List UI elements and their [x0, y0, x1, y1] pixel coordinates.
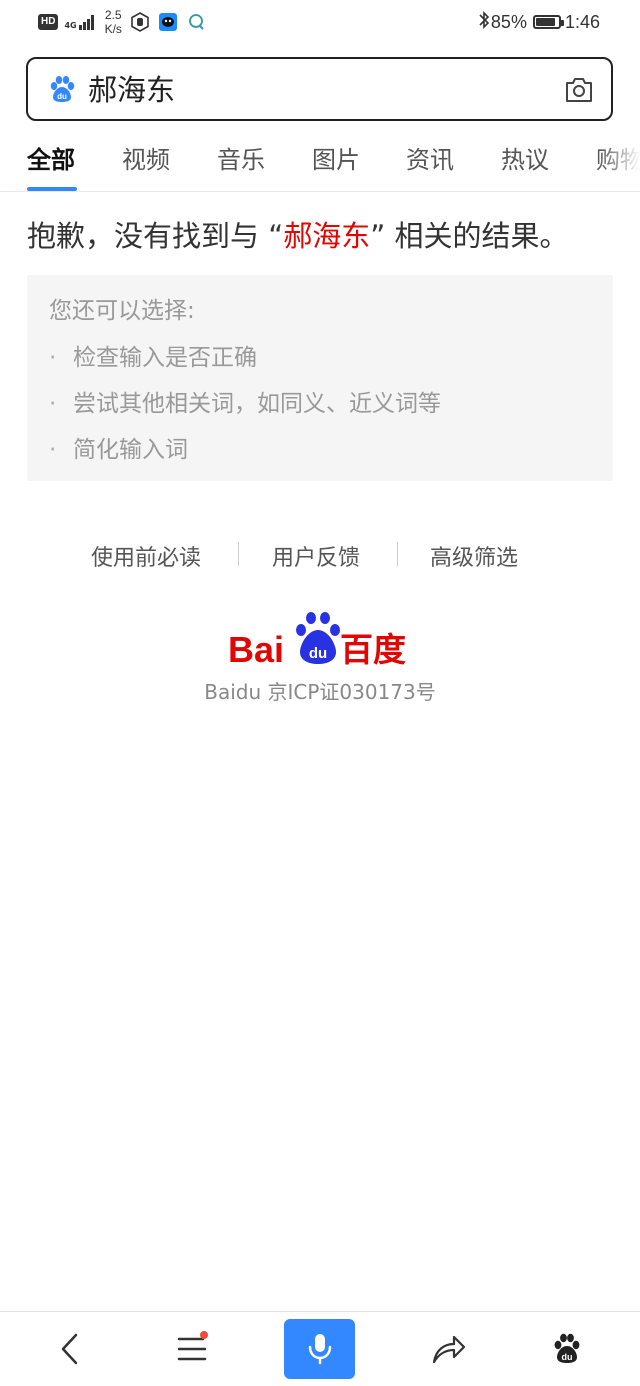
icp-license: Baidu 京ICP证030173号: [204, 680, 436, 704]
hd-badge: HD: [38, 14, 59, 30]
search-input[interactable]: 郝海东: [88, 72, 175, 108]
logo-paw: du: [296, 612, 340, 664]
no-result-prefix: 抱歉，没有找到与 “: [27, 219, 284, 253]
logo-latin: Bai: [228, 629, 284, 668]
back-icon: [61, 1333, 78, 1365]
bottom-nav: du: [0, 1311, 640, 1386]
network-speed: 2.5 K/s: [105, 8, 122, 36]
logo-chinese: 百度: [340, 630, 406, 668]
status-bar: HD 4G 2.5 K/s 85% 1:46: [0, 0, 640, 44]
divider: [238, 542, 239, 566]
chat-app-icon: [186, 12, 206, 32]
bullet: ·: [49, 437, 57, 463]
link-advanced-filter[interactable]: 高级筛选: [430, 540, 518, 572]
no-result-suffix: ” 相关的结果。: [370, 219, 569, 253]
suggestion-title: 您还可以选择:: [49, 298, 195, 324]
suggestion-text: 尝试其他相关词，如同义、近义词等: [73, 391, 441, 417]
camera-icon[interactable]: [563, 75, 595, 105]
share-icon: [432, 1335, 466, 1364]
link-read-before-use[interactable]: 使用前必读: [91, 540, 201, 572]
svg-text:du: du: [57, 92, 67, 101]
footer-links: 使用前必读 用户反馈 高级筛选: [0, 536, 640, 572]
clock: 1:46: [564, 11, 600, 32]
bullet: ·: [49, 391, 57, 417]
suggestion-item: · 检查输入是否正确: [49, 338, 257, 372]
baidu-logo: Bai du 百度: [228, 606, 414, 670]
back-button[interactable]: [40, 1312, 100, 1386]
battery-percent: 85%: [490, 11, 527, 32]
baidu-paw-icon: du: [554, 1333, 580, 1363]
tab-news[interactable]: 资讯: [406, 140, 454, 175]
qq-app-icon: [158, 12, 178, 32]
link-user-feedback[interactable]: 用户反馈: [272, 540, 360, 572]
suggestion-text: 简化输入词: [73, 437, 188, 463]
voice-search-button[interactable]: [284, 1319, 355, 1379]
battery-fill: [535, 18, 555, 26]
network-indicator: 4G: [64, 14, 94, 30]
menu-button[interactable]: [162, 1312, 222, 1386]
search-bar[interactable]: du 郝海东: [26, 57, 613, 121]
tab-images[interactable]: 图片: [312, 140, 360, 175]
battery-icon: [532, 15, 564, 29]
baidu-home-button[interactable]: du: [536, 1312, 598, 1386]
bluetooth-icon: [477, 10, 491, 34]
divider: [397, 542, 398, 566]
active-tab-indicator: [27, 187, 77, 191]
status-left: HD 4G 2.5 K/s: [38, 8, 206, 36]
tab-all[interactable]: 全部: [27, 140, 75, 175]
suggestion-text: 检查输入是否正确: [73, 345, 257, 371]
category-tabs: 全部 视频 音乐 图片 资讯 热议 购物: [0, 124, 640, 192]
share-button[interactable]: [418, 1312, 480, 1386]
mic-icon: [308, 1334, 331, 1365]
suggestion-item: · 尝试其他相关词，如同义、近义词等: [49, 384, 441, 418]
tab-music[interactable]: 音乐: [217, 140, 265, 175]
speed-unit: K/s: [104, 22, 122, 36]
menu-icon: [177, 1337, 207, 1361]
svg-text:du: du: [562, 1352, 573, 1362]
tab-video[interactable]: 视频: [122, 140, 170, 175]
suggestion-box: 您还可以选择: · 检查输入是否正确 · 尝试其他相关词，如同义、近义词等 · 简化输…: [27, 275, 613, 481]
no-result-message: 抱歉，没有找到与 “郝海东” 相关的结果。: [27, 214, 569, 258]
status-right: 85% 1:46: [477, 10, 600, 34]
suggestion-item: · 简化输入词: [49, 430, 188, 464]
notification-dot: [200, 1331, 208, 1339]
battery-tip: [560, 20, 564, 26]
bullet: ·: [49, 345, 57, 371]
signal-icon: [78, 14, 95, 30]
speed-value: 2.5: [104, 8, 122, 22]
baidu-paw-icon: du: [46, 73, 78, 105]
no-result-keyword: 郝海东: [283, 219, 371, 253]
logo-paw-text: du: [309, 645, 327, 662]
network-type: 4G: [64, 21, 77, 30]
hexagon-app-icon: [130, 12, 150, 32]
tab-discussion[interactable]: 热议: [501, 140, 549, 175]
tabs-fade: [600, 124, 640, 190]
